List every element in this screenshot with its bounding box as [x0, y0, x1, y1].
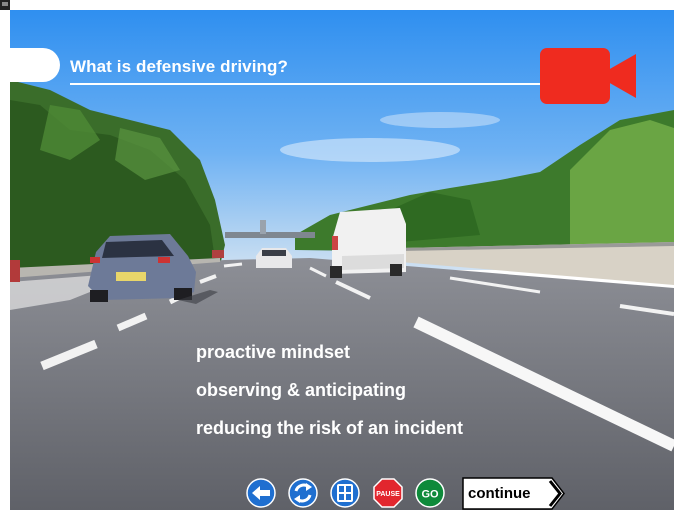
progress-tab: [10, 48, 60, 82]
menu-icon[interactable]: [330, 478, 360, 508]
window-corner: [0, 0, 10, 10]
key-point-2: observing & anticipating: [196, 380, 407, 400]
key-point-1: proactive mindset: [196, 342, 351, 362]
lesson-title: What is defensive driving?: [70, 57, 288, 76]
lesson-player: What is defensive driving? proactive min…: [10, 10, 674, 510]
pause-label: PAUSE: [376, 491, 400, 498]
continue-label: continue: [468, 485, 531, 502]
go-icon[interactable]: GO: [415, 478, 445, 508]
title-underline: [70, 83, 610, 85]
window-corner-mark: [2, 2, 8, 6]
key-point-3: reducing the risk of an incident: [196, 418, 464, 438]
key-points: proactive mindset observing & anticipati…: [196, 333, 463, 447]
replay-icon[interactable]: [288, 478, 318, 508]
pause-icon[interactable]: PAUSE: [373, 478, 403, 508]
go-label: GO: [421, 489, 439, 501]
back-arrow-icon[interactable]: [246, 478, 276, 508]
video-camera-icon[interactable]: [540, 48, 640, 104]
